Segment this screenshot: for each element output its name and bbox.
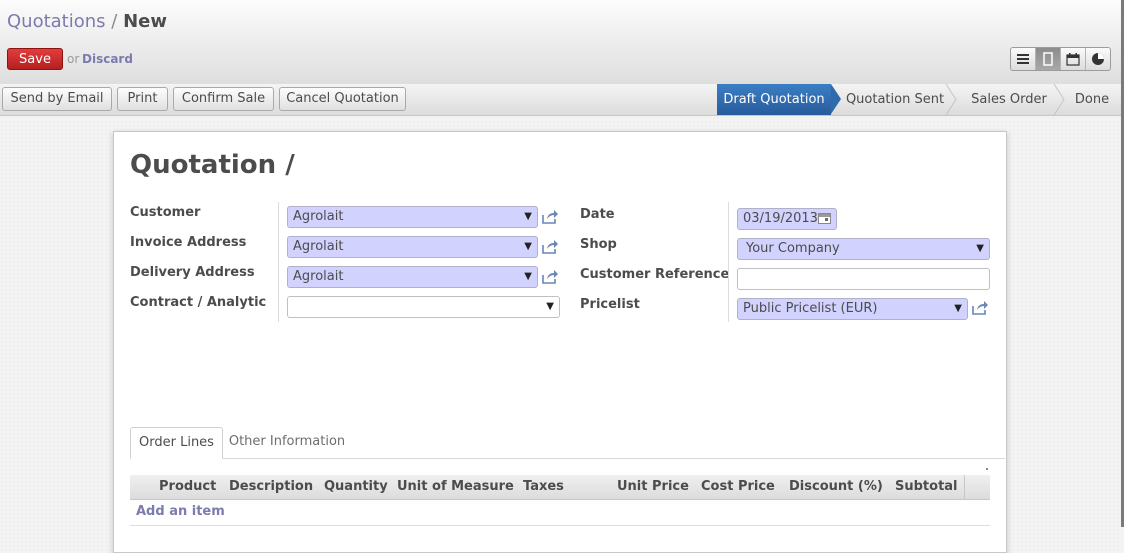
external-link-icon[interactable] bbox=[971, 300, 989, 316]
graph-view-button[interactable] bbox=[1086, 48, 1110, 70]
tab-other-information[interactable]: Other Information bbox=[227, 427, 347, 459]
calendar-picker-icon[interactable] bbox=[818, 213, 831, 224]
discard-link[interactable]: Discard bbox=[82, 52, 133, 66]
dropdown-caret-icon: ▼ bbox=[546, 301, 554, 312]
stage-divider bbox=[1053, 84, 1065, 115]
page-title: Quotation / bbox=[130, 150, 295, 180]
graph-icon bbox=[1092, 53, 1104, 65]
breadcrumb: Quotations / New bbox=[7, 11, 167, 32]
stage-sales-order[interactable]: Sales Order bbox=[959, 84, 1059, 115]
external-link-icon[interactable] bbox=[541, 239, 559, 255]
column-taxes[interactable]: Taxes bbox=[523, 475, 564, 499]
external-link-icon[interactable] bbox=[541, 209, 559, 225]
invoice-address-select[interactable]: Agrolait ▼ bbox=[287, 236, 538, 258]
save-button[interactable]: Save bbox=[7, 48, 63, 70]
column-cost-price[interactable]: Cost Price bbox=[701, 475, 775, 499]
delivery-address-select[interactable]: Agrolait ▼ bbox=[287, 266, 538, 288]
list-view-button[interactable] bbox=[1011, 48, 1036, 70]
dropdown-caret-icon: ▼ bbox=[976, 243, 984, 254]
column-unit-of-measure[interactable]: Unit of Measure bbox=[397, 475, 514, 499]
date-label: Date bbox=[580, 207, 615, 222]
control-panel-header: Quotations / New Save or Discard bbox=[0, 0, 1121, 85]
stage-draft-quotation[interactable]: Draft Quotation bbox=[717, 84, 831, 115]
toolbar: Send by Email Print Confirm Sale Cancel … bbox=[0, 84, 1121, 116]
cancel-quotation-button[interactable]: Cancel Quotation bbox=[279, 87, 406, 111]
customer-select[interactable]: Agrolait ▼ bbox=[287, 206, 538, 228]
field-separator bbox=[278, 202, 279, 322]
pricelist-value: Public Pricelist (EUR) bbox=[743, 301, 878, 316]
column-quantity[interactable]: Quantity bbox=[324, 475, 388, 499]
delivery-address-label: Delivery Address bbox=[130, 265, 255, 280]
customer-reference-input[interactable] bbox=[737, 268, 990, 290]
customer-value: Agrolait bbox=[293, 209, 344, 224]
tab-order-lines[interactable]: Order Lines bbox=[130, 427, 223, 459]
column-product[interactable]: Product bbox=[159, 475, 216, 499]
breadcrumb-current: New bbox=[123, 11, 167, 32]
stage-arrow bbox=[831, 84, 841, 114]
pricelist-label: Pricelist bbox=[580, 297, 640, 312]
stage-divider bbox=[945, 84, 957, 115]
invoice-address-label: Invoice Address bbox=[130, 235, 247, 250]
column-subtotal[interactable]: Subtotal bbox=[895, 475, 958, 499]
grid-bottom-border bbox=[130, 525, 990, 526]
contract-analytic-label: Contract / Analytic bbox=[130, 295, 267, 310]
contract-analytic-select[interactable]: ▼ bbox=[287, 296, 560, 318]
date-value: 03/19/2013 bbox=[743, 211, 818, 226]
dropdown-caret-icon: ▼ bbox=[954, 303, 962, 314]
column-unit-price[interactable]: Unit Price bbox=[617, 475, 689, 499]
shop-value: Your Company bbox=[746, 241, 840, 256]
confirm-sale-button[interactable]: Confirm Sale bbox=[173, 87, 274, 111]
form-view-button[interactable] bbox=[1036, 48, 1061, 70]
field-separator bbox=[728, 202, 729, 322]
stage-done[interactable]: Done bbox=[1065, 84, 1119, 115]
customer-reference-label: Customer Reference bbox=[580, 267, 730, 282]
breadcrumb-quotations-link[interactable]: Quotations bbox=[7, 11, 106, 32]
invoice-address-value: Agrolait bbox=[293, 239, 344, 254]
send-by-email-button[interactable]: Send by Email bbox=[2, 87, 112, 111]
calendar-view-button[interactable] bbox=[1061, 48, 1086, 70]
calendar-icon bbox=[1066, 52, 1080, 66]
column-divider bbox=[964, 475, 965, 499]
print-button[interactable]: Print bbox=[117, 87, 168, 111]
date-input[interactable]: 03/19/2013 bbox=[737, 208, 837, 230]
dropdown-caret-icon: ▼ bbox=[524, 241, 532, 252]
stage-quotation-sent[interactable]: Quotation Sent bbox=[843, 84, 947, 115]
column-description[interactable]: Description bbox=[229, 475, 313, 499]
status-bar: Draft Quotation Quotation Sent Sales Ord… bbox=[717, 84, 1121, 115]
shop-select[interactable]: Your Company ▼ bbox=[737, 238, 990, 260]
dropdown-caret-icon: ▼ bbox=[524, 271, 532, 282]
breadcrumb-separator: / bbox=[111, 11, 118, 32]
delivery-address-value: Agrolait bbox=[293, 269, 344, 284]
pricelist-select[interactable]: Public Pricelist (EUR) ▼ bbox=[737, 298, 968, 320]
dropdown-caret-icon: ▼ bbox=[524, 211, 532, 222]
list-icon bbox=[1017, 54, 1029, 64]
external-link-icon[interactable] bbox=[541, 269, 559, 285]
order-lines-header: Product Description Quantity Unit of Mea… bbox=[130, 475, 990, 500]
customer-label: Customer bbox=[130, 205, 201, 220]
form-sheet: Quotation / Customer Invoice Address Del… bbox=[113, 131, 1007, 553]
or-text: or bbox=[67, 52, 80, 66]
form-icon bbox=[1043, 52, 1053, 66]
add-item-link[interactable]: Add an item bbox=[136, 504, 225, 519]
view-switcher bbox=[1010, 47, 1111, 71]
grid-resize-handle bbox=[986, 468, 988, 470]
column-discount[interactable]: Discount (%) bbox=[789, 475, 883, 499]
shop-label: Shop bbox=[580, 237, 617, 252]
